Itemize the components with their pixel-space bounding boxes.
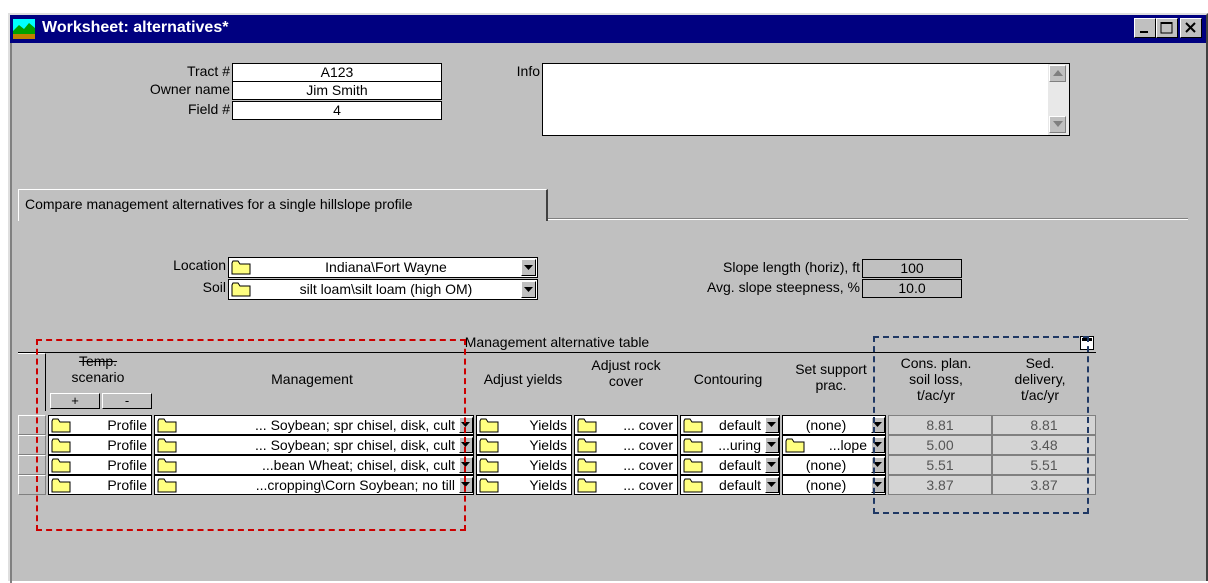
- tab-divider: [548, 218, 1188, 220]
- slope-length-field[interactable]: 100: [862, 259, 962, 278]
- support-practice-cell[interactable]: ...lope: [782, 435, 886, 455]
- slope-length-label: Slope length (horiz), ft: [723, 259, 860, 275]
- maximize-button[interactable]: [1156, 18, 1178, 38]
- arrow-up-icon: [1053, 70, 1063, 76]
- header-adjust-yields[interactable]: Adjust yields: [472, 371, 574, 387]
- field-label: Field #: [187, 101, 230, 117]
- folder-icon: [577, 438, 597, 453]
- results-highlight-box: [873, 336, 1089, 514]
- yields-cell[interactable]: Yields: [476, 435, 572, 455]
- info-label: Info: [516, 63, 540, 79]
- contouring-cell[interactable]: default: [680, 475, 780, 495]
- folder-icon: [577, 458, 597, 473]
- contouring-text: default: [718, 457, 761, 473]
- rock-cover-cell[interactable]: ... cover: [574, 475, 678, 495]
- folder-icon: [231, 260, 251, 275]
- contouring-text: ...uring: [718, 437, 761, 453]
- header-support-line2: prac.: [815, 377, 847, 393]
- contouring-text: default: [718, 477, 761, 493]
- contouring-cell[interactable]: default: [680, 455, 780, 475]
- rock-cover-cell[interactable]: ... cover: [574, 435, 678, 455]
- location-value: Indiana\Fort Wayne: [325, 259, 447, 275]
- folder-icon: [231, 282, 251, 297]
- support-practice-text: (none): [805, 417, 847, 433]
- header-rock-line1: Adjust rock: [591, 357, 661, 373]
- header-rock-line2: cover: [608, 373, 644, 389]
- rock-cover-text: ... cover: [623, 417, 673, 433]
- dropdown-arrow-icon: [524, 265, 533, 270]
- contouring-text: default: [718, 417, 761, 433]
- header-support-practice[interactable]: Set support prac.: [778, 361, 884, 393]
- info-scrollbar[interactable]: [1048, 64, 1069, 135]
- close-icon: [1185, 22, 1196, 33]
- owner-field[interactable]: Jim Smith: [232, 81, 442, 100]
- tract-label: Tract #: [186, 63, 230, 79]
- folder-icon: [479, 478, 499, 493]
- minimize-button[interactable]: [1134, 18, 1156, 38]
- yields-text: Yields: [529, 477, 567, 493]
- header-adjust-rock[interactable]: Adjust rock cover: [574, 357, 678, 389]
- tab-label: Compare management alternatives for a si…: [25, 196, 413, 212]
- support-practice-cell[interactable]: (none): [782, 455, 886, 475]
- support-practice-text: (none): [805, 477, 847, 493]
- folder-icon: [577, 478, 597, 493]
- tract-field[interactable]: A123: [232, 63, 442, 82]
- yields-cell[interactable]: Yields: [476, 475, 572, 495]
- rock-cover-text: ... cover: [623, 457, 673, 473]
- rock-cover-text: ... cover: [623, 437, 673, 453]
- rock-cover-text: ... cover: [623, 477, 673, 493]
- minimize-icon: [1140, 31, 1148, 33]
- folder-icon: [479, 438, 499, 453]
- scroll-down-button[interactable]: [1049, 116, 1066, 133]
- rock-cover-cell[interactable]: ... cover: [574, 455, 678, 475]
- dropdown-arrow-icon: [767, 482, 776, 487]
- header-support-line1: Set support: [795, 361, 867, 377]
- soil-label: Soil: [202, 279, 226, 295]
- support-practice-text: (none): [805, 457, 847, 473]
- contouring-dropdown-button[interactable]: [765, 457, 779, 473]
- yields-text: Yields: [529, 437, 567, 453]
- yields-cell[interactable]: Yields: [476, 455, 572, 475]
- location-label: Location: [173, 257, 226, 273]
- contouring-cell[interactable]: default: [680, 415, 780, 435]
- contouring-dropdown-button[interactable]: [765, 437, 779, 453]
- tab-compare-alternatives[interactable]: Compare management alternatives for a si…: [18, 189, 548, 221]
- contouring-dropdown-button[interactable]: [765, 477, 779, 493]
- rock-cover-cell[interactable]: ... cover: [574, 415, 678, 435]
- dropdown-arrow-icon: [524, 287, 533, 292]
- slope-steepness-label: Avg. slope steepness, %: [706, 279, 860, 295]
- contouring-dropdown-button[interactable]: [765, 417, 779, 433]
- contouring-cell[interactable]: ...uring: [680, 435, 780, 455]
- maximize-icon: [1160, 22, 1173, 34]
- folder-icon: [577, 418, 597, 433]
- location-select[interactable]: Indiana\Fort Wayne: [228, 257, 538, 278]
- info-textarea[interactable]: [542, 63, 1070, 136]
- soil-select[interactable]: silt loam\silt loam (high OM): [228, 279, 538, 300]
- folder-icon: [479, 458, 499, 473]
- dropdown-arrow-icon: [767, 462, 776, 467]
- owner-label: Owner name: [149, 81, 230, 97]
- management-highlight-box: [36, 339, 466, 531]
- title-bar[interactable]: Worksheet: alternatives*: [10, 15, 1206, 43]
- dropdown-arrow-icon: [767, 442, 776, 447]
- support-practice-text: ...lope: [828, 437, 867, 453]
- yields-cell[interactable]: Yields: [476, 415, 572, 435]
- field-number-field[interactable]: 4: [232, 101, 442, 120]
- dropdown-arrow-icon: [767, 422, 776, 427]
- scroll-up-button[interactable]: [1049, 65, 1066, 82]
- slope-steepness-field[interactable]: 10.0: [862, 279, 962, 298]
- window-title: Worksheet: alternatives*: [42, 19, 229, 36]
- arrow-down-icon: [1053, 121, 1063, 127]
- yields-text: Yields: [529, 457, 567, 473]
- app-landscape-icon: [13, 19, 35, 39]
- soil-dropdown-button[interactable]: [521, 281, 536, 298]
- folder-icon: [479, 418, 499, 433]
- soil-value: silt loam\silt loam (high OM): [299, 281, 473, 297]
- location-dropdown-button[interactable]: [521, 259, 536, 276]
- support-practice-cell[interactable]: (none): [782, 415, 886, 435]
- support-practice-cell[interactable]: (none): [782, 475, 886, 495]
- close-button[interactable]: [1180, 18, 1202, 38]
- header-contouring[interactable]: Contouring: [678, 371, 778, 387]
- yields-text: Yields: [529, 417, 567, 433]
